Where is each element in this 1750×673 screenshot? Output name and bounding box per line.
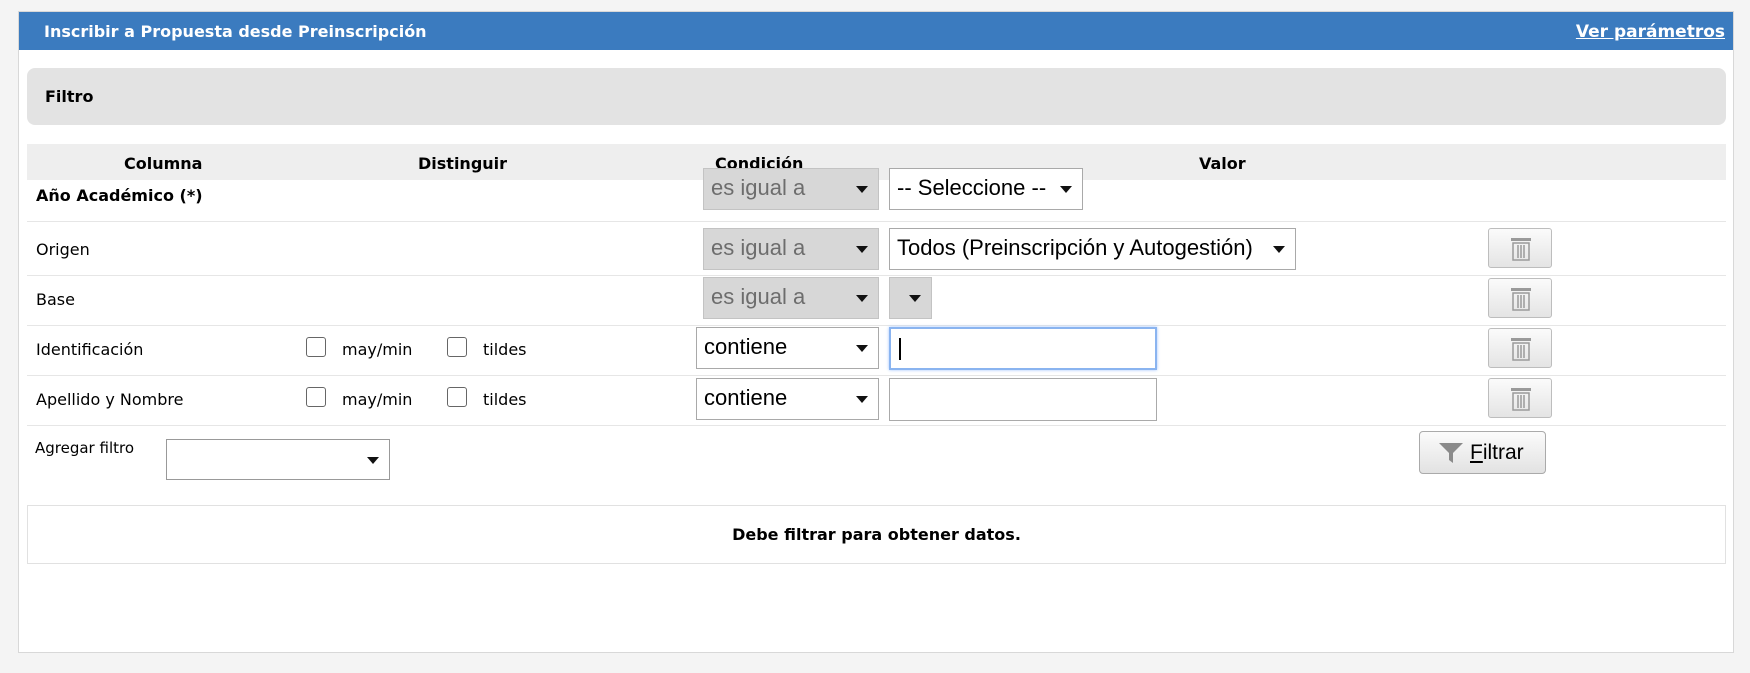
filter-row-identificacion: Identificación may/min tildes contiene <box>27 322 1726 376</box>
page-title: Inscribir a Propuesta desde Preinscripci… <box>44 22 427 41</box>
filter-section-title: Filtro <box>45 87 94 106</box>
results-message: Debe filtrar para obtener datos. <box>732 525 1021 544</box>
condition-value: es igual a <box>711 284 806 309</box>
value-text: -- Seleccione -- <box>897 175 1047 200</box>
accent-checkbox[interactable] <box>447 387 467 407</box>
condition-select[interactable]: contiene <box>696 378 879 420</box>
delete-filter-button[interactable] <box>1488 228 1552 268</box>
add-filter-label: Agregar filtro <box>35 439 135 457</box>
text-caret <box>899 338 901 360</box>
funnel-icon <box>1439 443 1463 463</box>
apellido-nombre-value-input[interactable] <box>889 378 1157 421</box>
trash-icon <box>1511 288 1531 311</box>
condition-value: contiene <box>704 334 788 359</box>
chevron-down-icon <box>1060 186 1072 193</box>
condition-select: es igual a <box>703 228 879 270</box>
delete-filter-button[interactable] <box>1488 378 1552 418</box>
chevron-down-icon <box>856 396 868 403</box>
value-select[interactable]: Todos (Preinscripción y Autogestión) <box>889 228 1296 270</box>
chevron-down-icon <box>856 246 868 253</box>
trash-icon <box>1511 338 1531 361</box>
chevron-down-icon <box>367 457 379 464</box>
case-sensitive-checkbox[interactable] <box>306 387 326 407</box>
main-panel: Inscribir a Propuesta desde Preinscripci… <box>18 11 1734 653</box>
value-select <box>889 277 932 319</box>
chevron-down-icon <box>1273 246 1285 253</box>
accent-checkbox[interactable] <box>447 337 467 357</box>
delete-filter-button[interactable] <box>1488 278 1552 318</box>
condition-value: es igual a <box>711 235 806 260</box>
chevron-down-icon <box>856 345 868 352</box>
condition-value: contiene <box>704 385 788 410</box>
filter-button-label: Filtrar <box>1470 441 1524 464</box>
filter-row-label: Base <box>36 290 75 309</box>
filter-row-label: Identificación <box>36 340 144 359</box>
accent-label: tildes <box>483 340 527 359</box>
condition-select[interactable]: contiene <box>696 327 879 369</box>
filter-row-label: Origen <box>36 240 90 259</box>
delete-filter-button[interactable] <box>1488 328 1552 368</box>
add-filter-select[interactable] <box>166 439 390 480</box>
title-bar: Inscribir a Propuesta desde Preinscripci… <box>19 12 1733 50</box>
case-sensitive-label: may/min <box>342 340 413 359</box>
filter-row-base: Base es igual a <box>27 272 1726 326</box>
ver-parametros-link[interactable]: Ver parámetros <box>1576 22 1725 42</box>
filter-row-label: Apellido y Nombre <box>36 390 184 409</box>
chevron-down-icon <box>909 295 921 302</box>
accent-label: tildes <box>483 390 527 409</box>
filter-button[interactable]: Filtrar <box>1419 431 1546 474</box>
value-select[interactable]: -- Seleccione -- <box>889 168 1083 210</box>
condition-select: es igual a <box>703 168 879 210</box>
filter-row-anio-academico: Año Académico (*) es igual a -- Seleccio… <box>27 168 1726 222</box>
chevron-down-icon <box>856 186 868 193</box>
filter-row-apellido-nombre: Apellido y Nombre may/min tildes contien… <box>27 372 1726 426</box>
filter-section-header[interactable]: Filtro <box>27 68 1726 125</box>
filter-row-label: Año Académico (*) <box>36 186 203 205</box>
case-sensitive-label: may/min <box>342 390 413 409</box>
results-message-box: Debe filtrar para obtener datos. <box>27 505 1726 564</box>
value-text: Todos (Preinscripción y Autogestión) <box>897 235 1253 260</box>
filter-row-origen: Origen es igual a Todos (Preinscripción … <box>27 222 1726 276</box>
trash-icon <box>1511 238 1531 261</box>
case-sensitive-checkbox[interactable] <box>306 337 326 357</box>
chevron-down-icon <box>856 295 868 302</box>
condition-value: es igual a <box>711 175 806 200</box>
identificacion-value-input[interactable] <box>889 327 1157 370</box>
condition-select: es igual a <box>703 277 879 319</box>
trash-icon <box>1511 388 1531 411</box>
